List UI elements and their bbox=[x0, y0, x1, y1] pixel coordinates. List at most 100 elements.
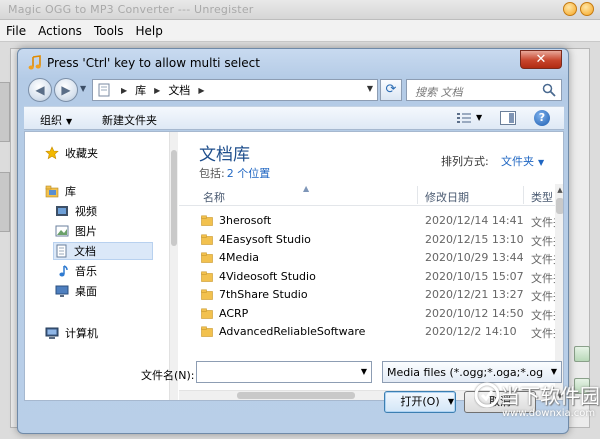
arrange-by-value: 文件夹 bbox=[501, 155, 534, 168]
arrange-by-label: 排列方式: bbox=[441, 155, 489, 168]
menu-tools[interactable]: Tools bbox=[94, 24, 124, 38]
recent-locations-dropdown[interactable]: ▼ bbox=[80, 84, 86, 93]
folder-icon bbox=[201, 271, 213, 282]
help-icon[interactable]: ? bbox=[534, 110, 550, 126]
file-modified-date: 2020/10/29 13:44 bbox=[425, 251, 524, 264]
organize-button[interactable]: 组织 ▼ bbox=[40, 112, 72, 128]
back-button[interactable]: ◀ bbox=[28, 78, 52, 102]
menu-actions[interactable]: Actions bbox=[38, 24, 82, 38]
includes-locations-link[interactable]: 2 个位置 bbox=[227, 167, 271, 180]
scrollbar-thumb[interactable] bbox=[237, 392, 355, 399]
filename-dropdown-icon[interactable]: ▼ bbox=[361, 367, 367, 376]
search-icon[interactable] bbox=[542, 83, 556, 97]
file-row[interactable]: 4Media 2020/10/29 13:44 文件夹 bbox=[179, 249, 563, 267]
file-modified-date: 2020/12/21 13:27 bbox=[425, 288, 524, 301]
folder-icon bbox=[201, 215, 213, 226]
sort-ascending-icon: ▲ bbox=[303, 184, 310, 193]
chevron-down-icon: ▼ bbox=[66, 117, 73, 126]
scrollbar-thumb[interactable] bbox=[556, 198, 563, 214]
column-header-modified[interactable]: 修改日期 bbox=[425, 189, 469, 205]
app-window-controls bbox=[563, 2, 594, 16]
computer-icon bbox=[45, 327, 59, 339]
menu-file[interactable]: File bbox=[6, 24, 26, 38]
refresh-button[interactable]: ⟳ bbox=[380, 79, 402, 101]
app-menubar: File Actions Tools Help bbox=[0, 20, 600, 42]
library-includes: 包括: 2 个位置 bbox=[199, 165, 270, 181]
music-icon bbox=[59, 265, 68, 277]
folder-icon bbox=[201, 289, 213, 300]
includes-label: 包括: bbox=[199, 167, 225, 180]
nav-item-favorites[interactable]: 收藏夹 bbox=[45, 144, 98, 162]
open-file-dialog: Press 'Ctrl' key to allow multi select ✕… bbox=[17, 48, 569, 434]
folder-icon bbox=[98, 83, 110, 97]
search-input[interactable]: 搜索 文档 bbox=[406, 79, 562, 101]
breadcrumb-libraries[interactable]: 库 bbox=[135, 82, 146, 98]
app-side-tab[interactable] bbox=[0, 172, 10, 232]
file-name: 4Easysoft Studio bbox=[219, 232, 311, 246]
file-row[interactable]: AdvancedReliableSoftware 2020/12/2 14:10 文… bbox=[179, 323, 563, 341]
column-header-name[interactable]: 名称 bbox=[203, 189, 225, 205]
file-row[interactable]: ACRP 2020/10/12 14:50 文件夹 bbox=[179, 305, 563, 323]
dialog-close-button[interactable]: ✕ bbox=[520, 50, 562, 69]
preview-pane-icon[interactable] bbox=[500, 111, 516, 125]
folder-icon bbox=[201, 308, 213, 319]
column-header-type[interactable]: 类型 bbox=[531, 189, 553, 205]
folder-icon bbox=[201, 326, 213, 337]
app-side-tab[interactable] bbox=[0, 82, 10, 142]
filename-input[interactable]: ▼ bbox=[196, 361, 372, 383]
dialog-title: Press 'Ctrl' key to allow multi select bbox=[47, 56, 260, 70]
navigation-pane: 收藏夹 库 视频 图片 文档 音乐 桌面 计算机 bbox=[25, 132, 178, 400]
chevron-down-icon: ▼ bbox=[538, 158, 545, 167]
open-options-dropdown-icon[interactable]: ▼ bbox=[445, 391, 457, 413]
filename-label: 文件名(N): bbox=[141, 369, 195, 382]
music-note-icon bbox=[28, 55, 41, 70]
minimize-icon[interactable] bbox=[563, 2, 577, 16]
scroll-up-icon[interactable]: ▲ bbox=[555, 184, 563, 196]
nav-item-desktop[interactable]: 桌面 bbox=[55, 282, 97, 300]
file-name: 4Media bbox=[219, 251, 260, 264]
nav-item-videos[interactable]: 视频 bbox=[55, 202, 97, 220]
nav-item-music[interactable]: 音乐 bbox=[55, 262, 97, 280]
file-row[interactable]: 4Easysoft Studio 2020/12/15 13:10 文件夹 bbox=[179, 231, 563, 249]
close-icon[interactable] bbox=[580, 2, 594, 16]
arrange-by-dropdown[interactable]: 文件夹 ▼ bbox=[501, 153, 544, 169]
breadcrumb-separator-icon[interactable]: ▶ bbox=[198, 86, 204, 95]
nav-item-computer[interactable]: 计算机 bbox=[45, 324, 98, 342]
column-divider[interactable] bbox=[417, 186, 418, 204]
nav-item-label: 音乐 bbox=[75, 265, 97, 278]
file-row[interactable]: 3herosoft 2020/12/14 14:41 文件夹 bbox=[179, 212, 563, 230]
address-dropdown-icon[interactable]: ▼ bbox=[367, 84, 373, 93]
dialog-titlebar[interactable]: Press 'Ctrl' key to allow multi select ✕ bbox=[18, 49, 568, 77]
nav-item-documents[interactable]: 文档 bbox=[53, 242, 153, 260]
forward-button[interactable]: ▶ bbox=[54, 78, 78, 102]
column-divider[interactable] bbox=[523, 186, 524, 204]
view-options-icon[interactable] bbox=[456, 111, 472, 125]
star-icon bbox=[45, 146, 59, 160]
folder-icon bbox=[201, 252, 213, 263]
file-row[interactable]: 4Videosoft Studio 2020/10/15 15:07 文件夹 bbox=[179, 268, 563, 286]
column-headers: ▲ 名称 修改日期 类型 bbox=[179, 184, 555, 206]
view-dropdown-icon[interactable]: ▼ bbox=[476, 113, 482, 122]
scrollbar-thumb[interactable] bbox=[171, 150, 177, 246]
navigation-scrollbar[interactable] bbox=[169, 132, 178, 400]
app-titlebar: Magic OGG to MP3 Converter --- Unregiste… bbox=[0, 0, 600, 20]
file-row[interactable]: 7thShare Studio 2020/12/21 13:27 文件夹 bbox=[179, 286, 563, 304]
address-bar[interactable]: ▶ 库 ▶ 文档 ▶ ▼ bbox=[92, 79, 378, 101]
library-icon bbox=[45, 185, 59, 198]
file-name: 4Videosoft Studio bbox=[219, 269, 316, 283]
nav-item-label: 视频 bbox=[75, 205, 97, 218]
nav-item-libraries[interactable]: 库 bbox=[45, 182, 76, 200]
app-add-button[interactable] bbox=[574, 346, 590, 362]
breadcrumb-documents[interactable]: 文档 bbox=[168, 82, 190, 98]
nav-item-label: 库 bbox=[65, 185, 76, 198]
file-name: 7thShare Studio bbox=[219, 288, 308, 301]
menu-help[interactable]: Help bbox=[136, 24, 163, 38]
library-title: 文档库 bbox=[199, 145, 250, 165]
new-folder-button[interactable]: 新建文件夹 bbox=[102, 112, 157, 128]
nav-item-pictures[interactable]: 图片 bbox=[55, 222, 97, 240]
breadcrumb-separator-icon[interactable]: ▶ bbox=[121, 86, 127, 95]
breadcrumb-separator-icon[interactable]: ▶ bbox=[154, 86, 160, 95]
file-modified-date: 2020/12/2 14:10 bbox=[425, 325, 517, 338]
watermark-url: www.downxia.com bbox=[502, 408, 596, 419]
nav-item-label: 收藏夹 bbox=[65, 147, 98, 160]
